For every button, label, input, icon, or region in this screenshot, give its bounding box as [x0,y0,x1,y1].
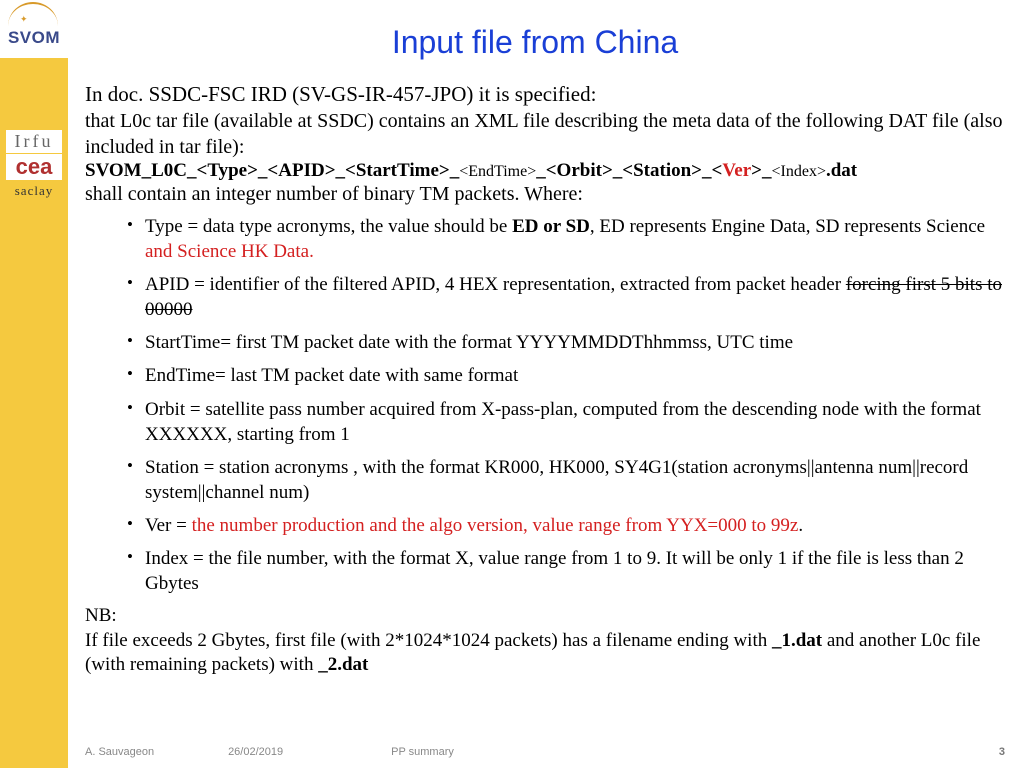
filename-pattern: SVOM_L0C_<Type>_<APID>_<StartTime>_<EndT… [85,160,1005,182]
irfu-cea-logo: Irfu cea saclay [6,130,62,199]
nb-block: NB: If file exceeds 2 Gbytes, first file… [85,604,1005,678]
footer-date: 26/02/2019 [228,746,388,758]
cea-text: cea [6,154,62,180]
bullet-station: Station = station acronyms , with the fo… [127,455,1005,505]
bullet-index: Index = the file number, with the format… [127,546,1005,596]
svom-logo-text: SVOM [0,28,68,48]
footer-author: A. Sauvageon [85,746,225,758]
intro-line-3: shall contain an integer number of binar… [85,182,1005,208]
intro-line-2: that L0c tar file (available at SSDC) co… [85,109,1005,160]
intro-line: In doc. SSDC-FSC IRD (SV-GS-IR-457-JPO) … [85,81,1005,107]
irfu-text: Irfu [6,130,62,153]
nb-label: NB: [85,604,1005,629]
slide-footer: A. Sauvageon 26/02/2019 PP summary 3 [85,746,1005,758]
footer-page-number: 3 [999,746,1005,758]
nb-text: If file exceeds 2 Gbytes, first file (wi… [85,629,1005,678]
bullet-endtime: EndTime= last TM packet date with same f… [127,363,1005,388]
slide-title: Input file from China [65,24,1005,61]
bullet-apid: APID = identifier of the filtered APID, … [127,272,1005,322]
bullet-list: Type = data type acronyms, the value sho… [127,214,1005,596]
bullet-ver: Ver = the number production and the algo… [127,513,1005,538]
footer-project: PP summary [391,746,454,758]
slide-content: Input file from China In doc. SSDC-FSC I… [85,24,1005,678]
svom-logo: ✦ SVOM [0,0,68,58]
bullet-starttime: StartTime= first TM packet date with the… [127,330,1005,355]
saclay-text: saclay [6,183,62,199]
bullet-type: Type = data type acronyms, the value sho… [127,214,1005,264]
bullet-orbit: Orbit = satellite pass number acquired f… [127,397,1005,447]
sidebar-stripe: ✦ SVOM Irfu cea saclay [0,0,68,768]
